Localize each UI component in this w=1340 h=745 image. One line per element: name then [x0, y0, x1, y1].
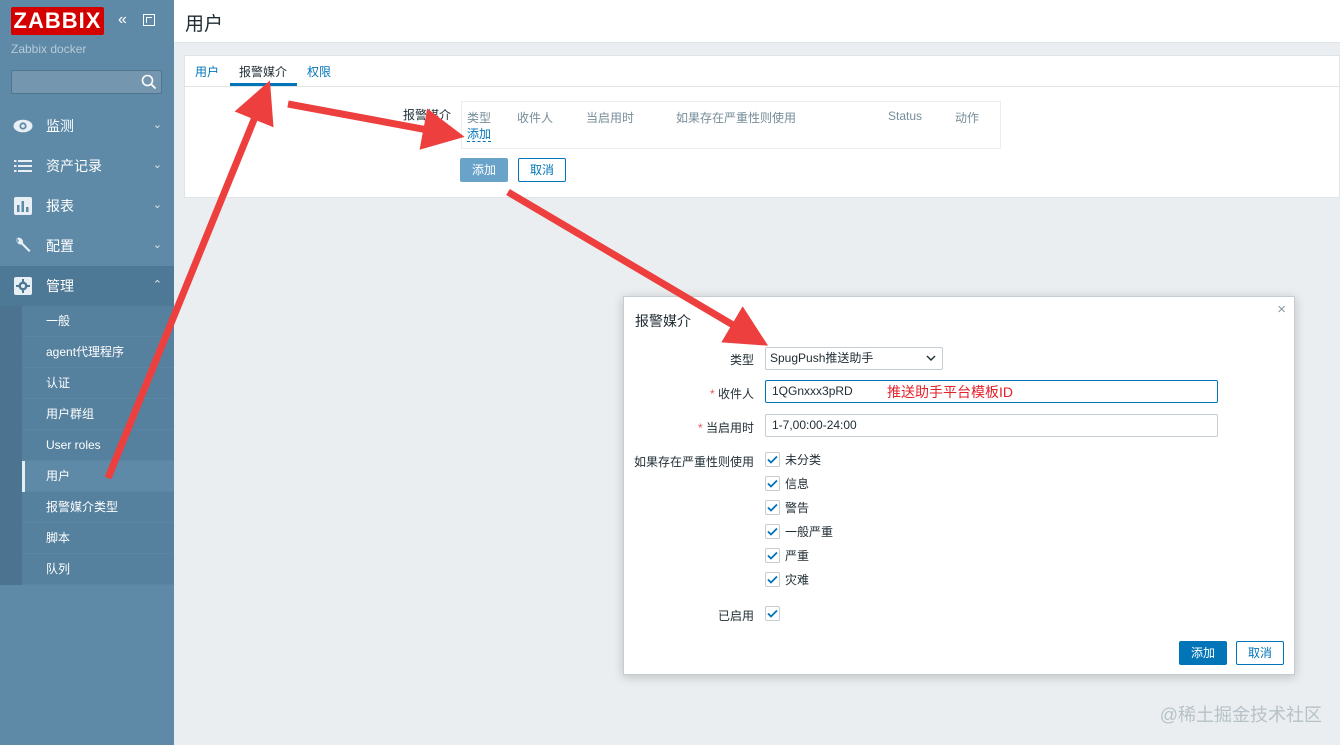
kiosk-mode-icon[interactable]: [143, 14, 155, 26]
submenu-item-general[interactable]: 一般: [22, 306, 174, 337]
tab-permissions[interactable]: 权限: [307, 63, 331, 80]
menu-item-configuration[interactable]: 配置 ⌄: [0, 226, 174, 266]
close-icon[interactable]: ×: [1277, 301, 1286, 318]
tab-user[interactable]: 用户: [195, 63, 219, 80]
menu-label: 监测: [46, 118, 74, 134]
severity-high-checkbox[interactable]: 严重: [765, 547, 809, 563]
period-value: 1-7,00:00-24:00: [772, 418, 857, 432]
eye-icon: [13, 116, 33, 136]
menu-label: 配置: [46, 238, 74, 254]
column-header-sendto: 收件人: [517, 111, 554, 125]
user-form: 用户 报警媒介 权限 报警媒介 类型 收件人 当启用时 如果存在严重性则使用 S…: [184, 55, 1340, 198]
submenu-item-user-groups[interactable]: 用户群组: [22, 399, 174, 430]
search-icon[interactable]: [141, 74, 157, 90]
checkmark-icon: [765, 499, 780, 515]
severity-disaster-checkbox[interactable]: 灾难: [765, 571, 809, 587]
submenu-item-authentication[interactable]: 认证: [22, 368, 174, 399]
checkmark-icon: [765, 523, 780, 539]
menu-label: 管理: [46, 278, 74, 294]
tab-bar: 用户 报警媒介 权限: [185, 56, 1339, 87]
sendto-annotation: 推送助手平台模板ID: [887, 384, 1013, 400]
severity-average-checkbox[interactable]: 一般严重: [765, 523, 833, 539]
chevron-up-icon: ⌃: [152, 279, 162, 291]
cancel-button[interactable]: 取消: [518, 158, 566, 182]
chevron-down-icon: ⌄: [152, 239, 162, 251]
column-header-type: 类型: [467, 111, 492, 125]
collapse-sidebar-icon[interactable]: «: [118, 12, 134, 28]
dialog-title: 报警媒介: [635, 313, 691, 329]
chart-icon: [13, 196, 33, 216]
column-header-when-active: 当启用时: [586, 111, 635, 125]
chevron-down-icon: ⌄: [152, 199, 162, 211]
administration-submenu: 一般 agent代理程序 认证 用户群组 User roles 用户 报警媒介类…: [0, 306, 174, 585]
menu-item-inventory[interactable]: 资产记录 ⌄: [0, 146, 174, 186]
submenu-item-queue[interactable]: 队列: [22, 554, 174, 585]
submenu-indent: [0, 306, 22, 585]
chevron-down-icon: ⌄: [152, 159, 162, 171]
menu-item-administration[interactable]: 管理 ⌃: [0, 266, 174, 306]
sidebar: ZABBIX « Zabbix docker 监测 ⌄ 资产记录 ⌄ 报表 ⌄ …: [0, 0, 174, 745]
sendto-input[interactable]: 1QGnxxx3pRD 推送助手平台模板ID: [765, 380, 1218, 403]
page-title: 用户: [185, 14, 224, 35]
search-input[interactable]: [11, 70, 162, 94]
checkmark-icon: [765, 571, 780, 587]
sendto-label: * 收件人: [709, 387, 754, 401]
tab-media[interactable]: 报警媒介: [239, 63, 287, 80]
media-dialog: 报警媒介 × 类型 SpugPush推送助手 * 收件人 1QGnxxx3pRD…: [623, 296, 1295, 675]
main-menu: 监测 ⌄ 资产记录 ⌄ 报表 ⌄ 配置 ⌄ 管理 ⌃ 一般 agent代理程序 …: [0, 106, 174, 585]
menu-label: 报表: [46, 198, 74, 214]
column-header-status: Status: [888, 109, 923, 123]
wrench-icon: [13, 236, 33, 256]
submenu-item-media-types[interactable]: 报警媒介类型: [22, 492, 174, 523]
sendto-value: 1QGnxxx3pRD: [772, 384, 853, 398]
media-field-label: 报警媒介: [403, 108, 452, 122]
add-media-link[interactable]: 添加: [467, 127, 492, 142]
active-tab-indicator: [230, 83, 297, 86]
submenu-item-user-roles[interactable]: User roles: [22, 430, 174, 461]
checkmark-icon: [765, 475, 780, 491]
severity-warning-checkbox[interactable]: 警告: [765, 499, 809, 515]
type-label: 类型: [729, 353, 754, 367]
submenu-item-users[interactable]: 用户: [22, 461, 174, 492]
menu-item-reports[interactable]: 报表 ⌄: [0, 186, 174, 226]
page-header: [174, 0, 1340, 43]
type-select[interactable]: SpugPush推送助手: [765, 347, 943, 370]
chevron-down-icon: ⌄: [152, 119, 162, 131]
watermark: @稀土掘金技术社区: [1159, 705, 1322, 725]
enabled-checkbox[interactable]: [765, 605, 785, 621]
dialog-cancel-button[interactable]: 取消: [1236, 641, 1284, 665]
column-header-severity: 如果存在严重性则使用: [676, 111, 797, 125]
column-header-action: 动作: [955, 111, 980, 125]
required-mark: *: [697, 421, 703, 435]
period-input[interactable]: 1-7,00:00-24:00: [765, 414, 1218, 437]
chevron-down-icon: [926, 355, 936, 361]
period-label: * 当启用时: [697, 421, 754, 435]
server-name: Zabbix docker: [11, 42, 87, 56]
menu-item-monitoring[interactable]: 监测 ⌄: [0, 106, 174, 146]
severity-label: 如果存在严重性则使用: [634, 455, 755, 469]
zabbix-logo[interactable]: ZABBIX: [11, 7, 104, 35]
required-mark: *: [709, 387, 715, 401]
media-table: 类型 收件人 当启用时 如果存在严重性则使用 Status 动作 添加: [461, 101, 1001, 149]
enabled-label: 已启用: [717, 609, 754, 623]
list-icon: [13, 156, 33, 176]
checkmark-icon: [765, 451, 780, 467]
submenu-item-proxies[interactable]: agent代理程序: [22, 337, 174, 368]
severity-information-checkbox[interactable]: 信息: [765, 475, 809, 491]
menu-label: 资产记录: [46, 158, 102, 174]
severity-not-classified-checkbox[interactable]: 未分类: [765, 451, 821, 467]
gear-icon: [13, 276, 33, 296]
type-select-value: SpugPush推送助手: [770, 351, 874, 365]
checkmark-icon: [765, 605, 780, 621]
checkmark-icon: [765, 547, 780, 563]
submenu-item-scripts[interactable]: 脚本: [22, 523, 174, 554]
dialog-add-button[interactable]: 添加: [1179, 641, 1227, 665]
add-button[interactable]: 添加: [460, 158, 508, 182]
